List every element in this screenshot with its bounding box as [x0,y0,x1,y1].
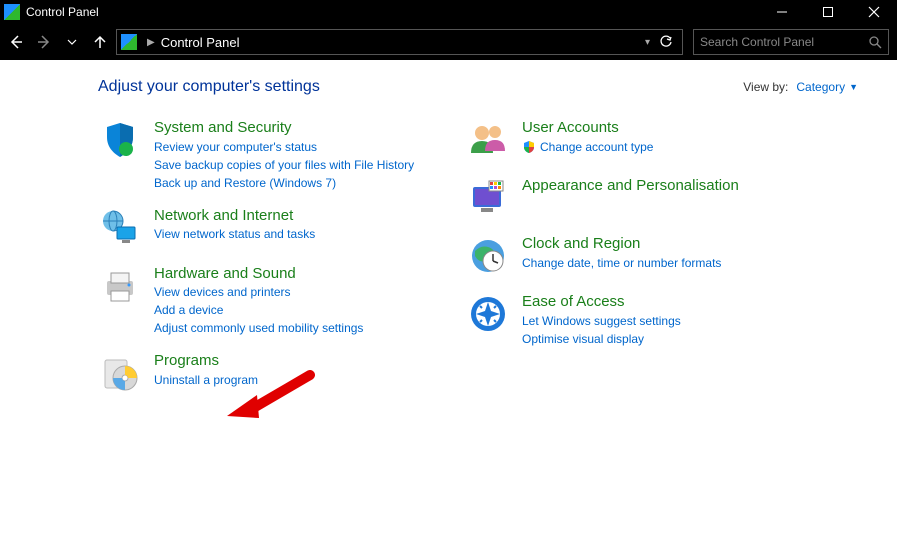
category-link[interactable]: User Accounts [522,118,653,138]
category-clock-region: Clock and Region Change date, time or nu… [466,234,786,278]
search-icon [868,35,882,49]
address-location: Control Panel [161,35,240,50]
category-programs: Programs Uninstall a program [98,351,438,395]
chevron-right-icon: ▶ [147,37,155,48]
maximize-button[interactable] [805,0,851,24]
left-column: System and Security Review your computer… [98,118,438,395]
up-button[interactable] [88,30,112,54]
page-title: Adjust your computer's settings [98,78,320,96]
task-link[interactable]: Uninstall a program [154,371,258,389]
task-link[interactable]: Save backup copies of your files with Fi… [154,156,414,174]
task-link[interactable]: Let Windows suggest settings [522,312,681,330]
disc-box-icon [98,351,142,395]
task-link[interactable]: Adjust commonly used mobility settings [154,319,363,337]
category-link[interactable]: Network and Internet [154,206,315,226]
refresh-button[interactable] [654,30,678,54]
uac-shield-icon [522,140,536,154]
view-by-label: View by: [743,80,788,94]
category-link[interactable]: Hardware and Sound [154,264,363,284]
category-link[interactable]: Appearance and Personalisation [522,176,739,196]
history-dropdown[interactable] [60,30,84,54]
task-link[interactable]: Add a device [154,301,363,319]
title-bar: Control Panel [0,0,897,24]
control-panel-icon [121,34,137,50]
category-appearance-personalisation: Appearance and Personalisation [466,176,786,220]
category-network-internet: Network and Internet View network status… [98,206,438,250]
category-ease-of-access: Ease of Access Let Windows suggest setti… [466,292,786,348]
close-button[interactable] [851,0,897,24]
category-link[interactable]: Ease of Access [522,292,681,312]
task-link[interactable]: Change account type [522,138,653,156]
category-system-security: System and Security Review your computer… [98,118,438,192]
nav-bar: ▶ Control Panel ▾ [0,24,897,60]
back-button[interactable] [4,30,28,54]
people-icon [466,118,510,162]
right-column: User Accounts Change account type Appear… [466,118,786,395]
forward-button[interactable] [32,30,56,54]
ease-of-access-icon [466,292,510,336]
printer-icon [98,264,142,308]
task-link[interactable]: View devices and printers [154,283,363,301]
window-title: Control Panel [26,5,759,19]
category-user-accounts: User Accounts Change account type [466,118,786,162]
control-panel-icon [4,4,20,20]
minimize-button[interactable] [759,0,805,24]
shield-icon [98,118,142,162]
view-by-dropdown[interactable]: Category ▼ [796,80,858,94]
clock-globe-icon [466,234,510,278]
view-by: View by: Category ▼ [743,80,858,94]
search-box[interactable] [693,29,889,55]
task-link[interactable]: Back up and Restore (Windows 7) [154,174,414,192]
task-link[interactable]: Review your computer's status [154,138,414,156]
category-hardware-sound: Hardware and Sound View devices and prin… [98,264,438,338]
category-link[interactable]: System and Security [154,118,414,138]
chevron-down-icon: ▼ [849,82,858,92]
content-area: Adjust your computer's settings View by:… [0,60,897,539]
address-bar[interactable]: ▶ Control Panel ▾ [116,29,683,55]
monitor-palette-icon [466,176,510,220]
task-link[interactable]: Optimise visual display [522,330,681,348]
search-input[interactable] [700,35,868,49]
chevron-down-icon[interactable]: ▾ [645,37,650,48]
category-link[interactable]: Programs [154,351,258,371]
task-link[interactable]: Change date, time or number formats [522,254,721,272]
task-link[interactable]: View network status and tasks [154,225,315,243]
globe-monitor-icon [98,206,142,250]
category-link[interactable]: Clock and Region [522,234,721,254]
